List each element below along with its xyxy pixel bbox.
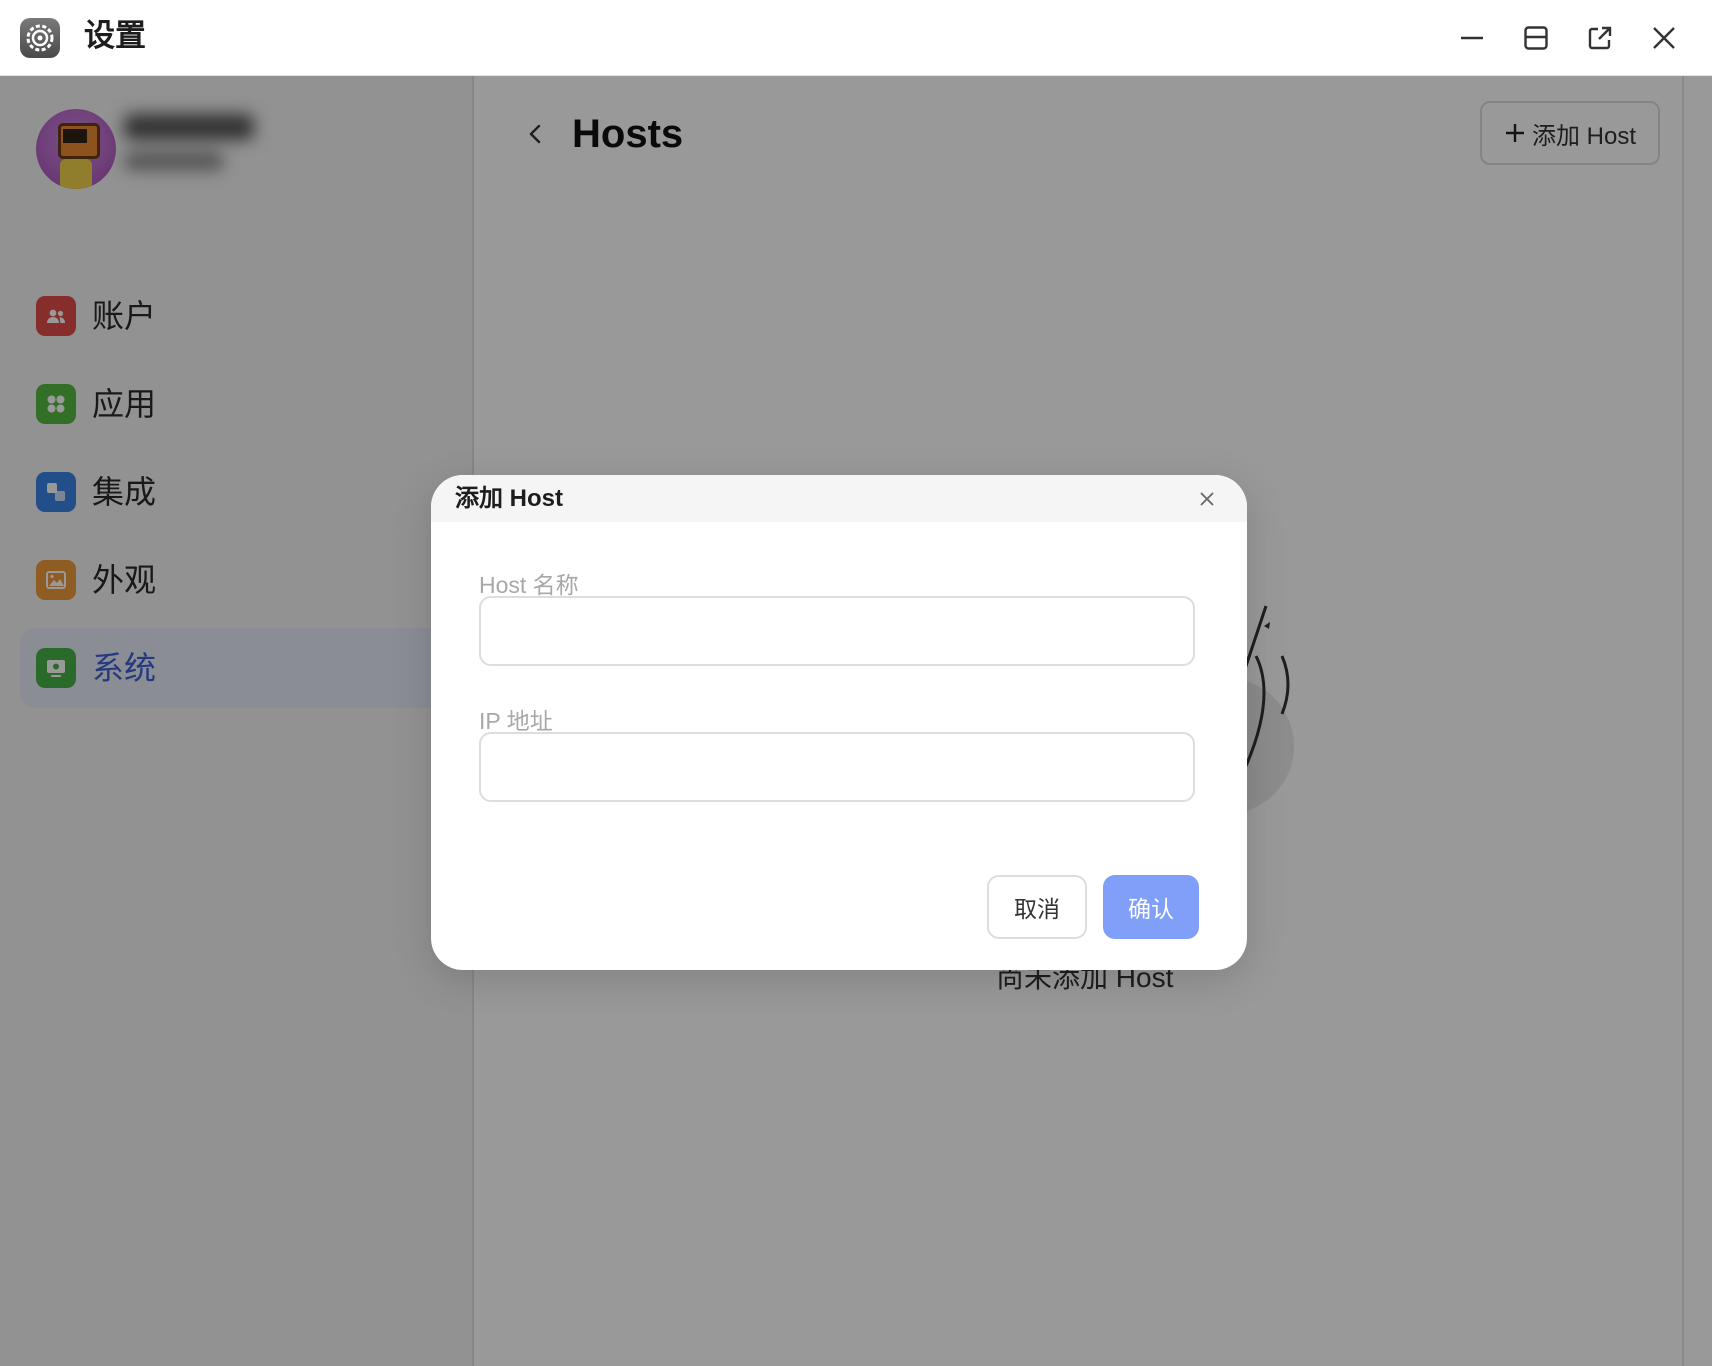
open-external-button[interactable] — [1580, 18, 1620, 58]
host-name-input[interactable] — [479, 596, 1195, 666]
dialog-header: 添加 Host — [431, 475, 1247, 522]
close-icon — [1653, 27, 1675, 49]
dialog-close-button[interactable] — [1193, 485, 1221, 513]
close-window-button[interactable] — [1644, 18, 1684, 58]
maximize-icon — [1524, 26, 1548, 50]
confirm-button[interactable]: 确认 — [1103, 875, 1199, 939]
ip-address-input[interactable] — [479, 732, 1195, 802]
maximize-button[interactable] — [1516, 18, 1556, 58]
close-icon — [1200, 492, 1214, 506]
settings-app-icon — [20, 18, 60, 58]
dialog-title: 添加 Host — [455, 485, 563, 512]
external-link-icon — [1588, 26, 1612, 50]
title-bar: 设置 — [0, 0, 1712, 76]
window-title: 设置 — [84, 18, 146, 53]
minimize-icon — [1461, 36, 1483, 40]
cancel-button[interactable]: 取消 — [987, 875, 1087, 939]
minimize-button[interactable] — [1452, 18, 1492, 58]
add-host-dialog: 添加 Host Host 名称 IP 地址 取消 确认 — [431, 475, 1247, 970]
settings-window: 设置 账户 应用 集成 外观 系统 Hosts 添加 Host 尚未添加 Hos… — [0, 0, 1712, 1366]
